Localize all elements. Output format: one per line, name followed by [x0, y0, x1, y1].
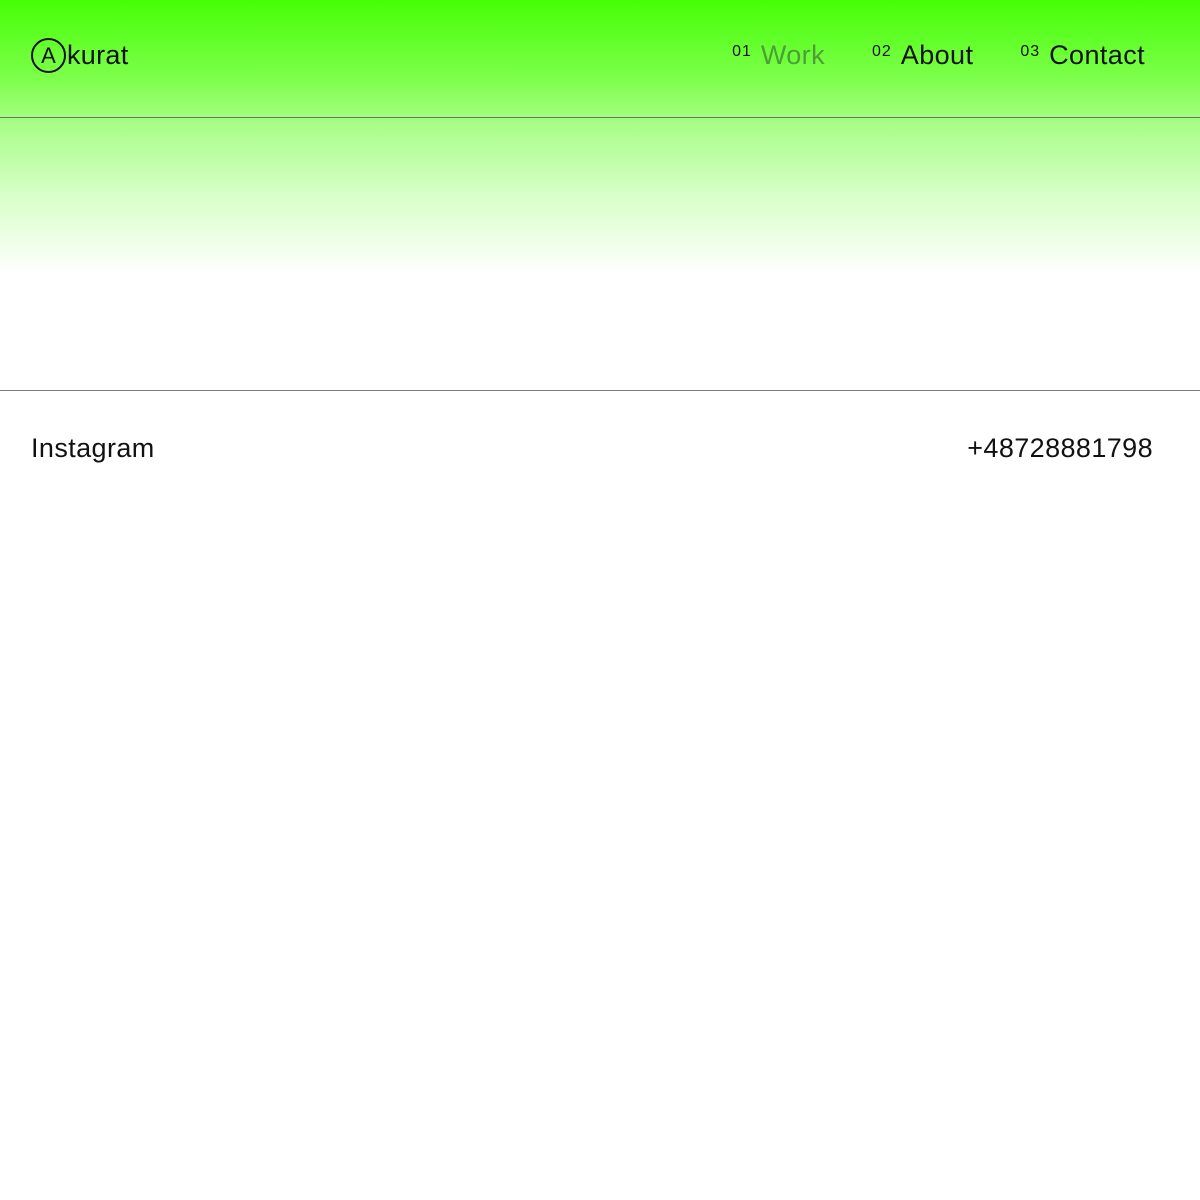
- nav-item-contact[interactable]: 03 Contact: [1020, 40, 1145, 71]
- page: A kurat 01 Work 02 About 03 Contact Inst…: [0, 0, 1200, 1200]
- logo-text: kurat: [67, 40, 129, 70]
- logo-link[interactable]: A kurat: [31, 38, 129, 73]
- nav-number: 01: [732, 43, 752, 60]
- nav-number: 02: [871, 43, 892, 60]
- logo-letter: A: [41, 42, 56, 68]
- logo-circle-icon: A: [31, 38, 66, 73]
- nav-number: 03: [1020, 43, 1041, 60]
- nav-item-about[interactable]: 02 About: [872, 40, 973, 71]
- nav-item-work[interactable]: 01 Work: [732, 40, 825, 71]
- site-header: A kurat 01 Work 02 About 03 Contact: [0, 0, 1200, 118]
- main-nav: 01 Work 02 About 03 Contact: [732, 40, 1145, 71]
- phone-link[interactable]: +48728881798: [967, 433, 1153, 464]
- nav-label: Contact: [1049, 40, 1145, 70]
- nav-label: About: [900, 40, 974, 70]
- section-divider: [0, 390, 1200, 391]
- nav-label: Work: [760, 40, 825, 70]
- instagram-link[interactable]: Instagram: [31, 433, 155, 464]
